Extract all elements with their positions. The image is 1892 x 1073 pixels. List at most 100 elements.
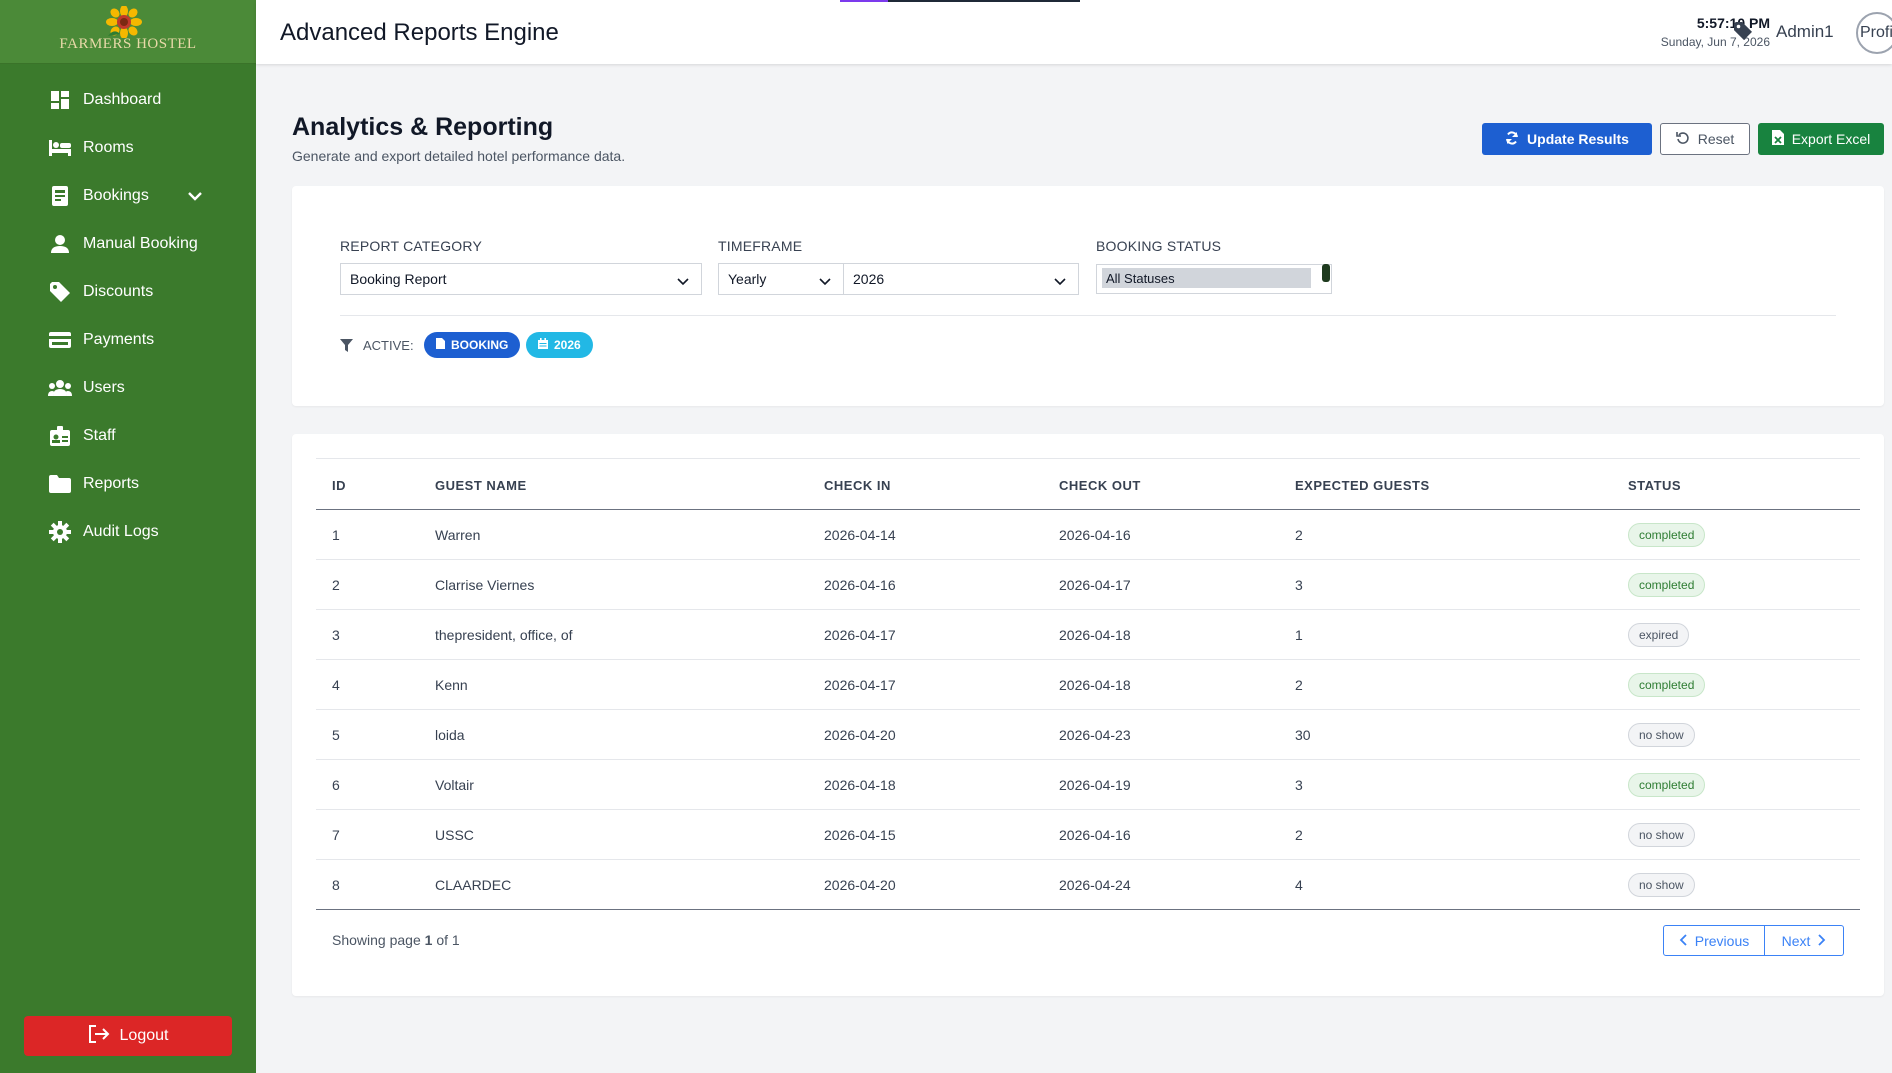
cell-check-in: 2026-04-17 [824,676,896,693]
current-page: 1 [424,932,433,948]
status-badge: completed [1628,672,1706,697]
table-row[interactable]: 7 USSC 2026-04-15 2026-04-16 2 no show [316,810,1860,860]
sidebar-item-manual-booking[interactable]: Manual Booking [0,220,256,268]
sidebar-item-reports[interactable]: Reports [0,460,256,508]
sidebar-item-label: Bookings [83,187,149,204]
sidebar-item-users[interactable]: Users [0,364,256,412]
sidebar-item-payments[interactable]: Payments [0,316,256,364]
avatar[interactable]: Profi [1856,12,1892,54]
sidebar-item-rooms[interactable]: Rooms [0,124,256,172]
sidebar-item-bookings[interactable]: Bookings [0,172,256,220]
cell-id: 8 [332,876,340,893]
chevron-down-icon [1054,273,1066,289]
sunflower-logo-icon [106,6,142,38]
bed-icon [48,137,72,159]
status-scrollbar[interactable] [1322,264,1330,282]
cell-status: no show [1612,860,1860,910]
page-title: Analytics & Reporting [292,113,554,141]
sidebar-item-audit-logs[interactable]: Audit Logs [0,508,256,556]
logo[interactable]: FARMERS HOSTEL [0,0,256,64]
cell-check-in: 2026-04-18 [824,776,896,793]
cell-guest-name: Clarrise Viernes [435,576,535,593]
chevron-down-icon [819,273,831,289]
logout-button[interactable]: Logout [24,1016,232,1056]
sidebar-item-label: Payments [83,331,155,348]
cell-check-in: 2026-04-16 [824,576,896,593]
column-header-check-in: CHECK IN [824,477,891,493]
cell-id: 2 [332,576,340,593]
user-icon [48,233,72,255]
users-icon [48,377,72,399]
sign-out-icon [88,1024,110,1048]
table-row[interactable]: 1 Warren 2026-04-14 2026-04-16 2 completed [316,510,1860,560]
cell-check-in: 2026-04-17 [824,626,896,643]
year-select[interactable]: 2026 [843,263,1079,295]
status-badge: completed [1628,572,1706,597]
cell-status: completed [1612,510,1860,560]
table-row[interactable]: 5 loida 2026-04-20 2026-04-23 30 no show [316,710,1860,760]
cell-expected-guests: 1 [1295,626,1303,643]
sidebar-item-discounts[interactable]: Discounts [0,268,256,316]
column-header-check-out: CHECK OUT [1059,477,1141,493]
sidebar-item-label: Audit Logs [83,523,159,540]
report-category-label: REPORT CATEGORY [340,238,482,254]
sidebar-item-dashboard[interactable]: Dashboard [0,76,256,124]
active-chip-year: 2026 [526,332,593,358]
booking-status-label: BOOKING STATUS [1096,238,1222,254]
table-header: ID GUEST NAME CHECK IN CHECK OUT EXPECTE… [316,458,1860,510]
pagination: Previous Next [1663,925,1844,956]
top-header: Advanced Reports Engine 5:57:10 PM Sunda… [256,0,1892,64]
sync-icon [1505,130,1519,148]
showing-prefix: Showing page [332,932,421,948]
cell-status: completed [1612,760,1860,810]
table-row[interactable]: 4 Kenn 2026-04-17 2026-04-18 2 completed [316,660,1860,710]
chevron-down-icon[interactable] [188,188,202,206]
excel-file-icon [1771,130,1784,148]
cell-id: 1 [332,526,340,543]
export-excel-button[interactable]: Export Excel [1758,123,1884,155]
chevron-right-icon [1818,933,1826,949]
id-badge-icon [48,425,72,447]
cell-check-out: 2026-04-18 [1059,626,1131,643]
cell-check-in: 2026-04-20 [824,876,896,893]
cell-check-out: 2026-04-18 [1059,676,1131,693]
update-results-button[interactable]: Update Results [1482,123,1652,155]
cell-expected-guests: 2 [1295,676,1303,693]
table-row[interactable]: 8 CLAARDEC 2026-04-20 2026-04-24 4 no show [316,860,1860,910]
sidebar-item-label: Users [83,379,125,396]
timeframe-value: Yearly [728,271,767,287]
table-row[interactable]: 2 Clarrise Viernes 2026-04-16 2026-04-17 3 co… [316,560,1860,610]
booking-status-option[interactable]: All Statuses [1102,268,1311,288]
cell-check-out: 2026-04-16 [1059,826,1131,843]
cell-check-out: 2026-04-23 [1059,726,1131,743]
dashboard-icon [48,89,72,111]
column-header-status: STATUS [1628,477,1682,493]
table-row[interactable]: 3 thepresident, office, of 2026-04-17 2026-… [316,610,1860,660]
chip-label: 2026 [554,338,581,352]
username[interactable]: Admin1 [1776,22,1834,42]
previous-label: Previous [1694,932,1750,949]
report-category-select[interactable]: Booking Report [340,263,702,295]
sidebar-item-staff[interactable]: Staff [0,412,256,460]
cell-check-out: 2026-04-17 [1059,576,1131,593]
column-header-id: ID [332,477,346,493]
cell-status: completed [1612,660,1860,710]
undo-icon [1675,131,1690,148]
logout-label: Logout [119,1027,169,1044]
table-row[interactable]: 6 Voltair 2026-04-18 2026-04-19 3 completed [316,760,1860,810]
next-button[interactable]: Next [1765,925,1844,956]
sidebar-item-label: Dashboard [83,91,162,108]
tag-icon[interactable] [1734,22,1752,45]
cell-expected-guests: 2 [1295,826,1303,843]
cell-status: no show [1612,810,1860,860]
status-badge: expired [1628,622,1690,647]
status-badge: no show [1628,872,1695,897]
loading-bar [840,0,1080,2]
cell-status: completed [1612,560,1860,610]
chevron-down-icon [677,273,689,289]
cell-guest-name: Warren [435,526,481,543]
booking-icon [48,185,72,207]
timeframe-select[interactable]: Yearly [718,263,844,295]
previous-button[interactable]: Previous [1663,925,1765,956]
reset-button[interactable]: Reset [1660,123,1750,155]
